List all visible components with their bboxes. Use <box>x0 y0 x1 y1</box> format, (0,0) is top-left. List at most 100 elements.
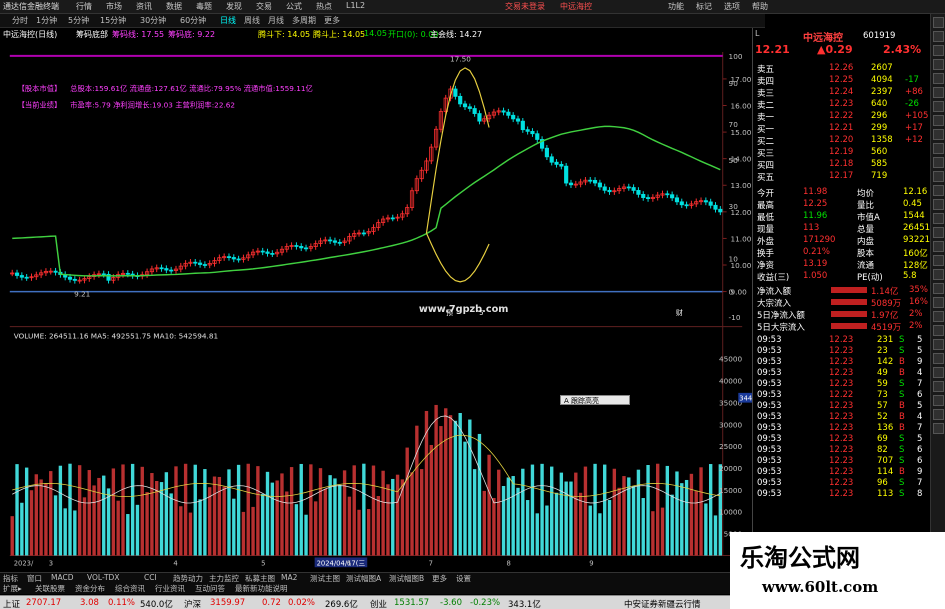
period-tab-2[interactable]: 5分钟 <box>68 15 89 26</box>
side-tool-button[interactable] <box>933 199 944 210</box>
side-tool-button[interactable] <box>933 213 944 224</box>
side-tool-button[interactable] <box>933 409 944 420</box>
side-tool-button[interactable] <box>933 339 944 350</box>
side-tool-button[interactable] <box>933 423 944 434</box>
price-axis-label: 15.00 <box>731 128 752 137</box>
tick-time: 09:53 <box>757 423 782 433</box>
side-tool-button[interactable] <box>933 143 944 154</box>
side-tool-button[interactable] <box>933 367 944 378</box>
low-mark-label: 9.21 <box>74 289 90 298</box>
tick-side: S <box>899 335 905 345</box>
period-tab-5[interactable]: 60分钟 <box>180 15 206 26</box>
side-tool-button[interactable] <box>933 171 944 182</box>
side-tool-button[interactable] <box>933 255 944 266</box>
flow-pct: 35% <box>909 285 928 295</box>
title-menu-2[interactable]: 选项 <box>724 1 740 12</box>
volume-bar <box>169 493 173 556</box>
side-tool-button[interactable] <box>933 311 944 322</box>
side-tool-button[interactable] <box>933 157 944 168</box>
volume-bar <box>188 512 193 556</box>
side-tool-button[interactable] <box>933 101 944 112</box>
period-tab-1[interactable]: 1分钟 <box>36 15 57 26</box>
title-menu-0[interactable]: 功能 <box>668 1 684 12</box>
top-link-5[interactable]: 发现 <box>226 1 242 12</box>
tick-price: 12.23 <box>829 401 854 411</box>
period-tab-10[interactable]: 更多 <box>324 15 340 26</box>
tick-time: 09:53 <box>757 445 782 455</box>
sell-level: 卖三 12.24 2397 +86 <box>753 86 931 99</box>
period-tab-7[interactable]: 周线 <box>244 15 260 26</box>
volume-bar <box>82 497 87 556</box>
indicator-tab-3[interactable]: VOL-TDX <box>87 573 119 582</box>
candle-body <box>506 111 511 116</box>
tick-volume: 231 <box>877 335 894 345</box>
period-tab-3[interactable]: 15分钟 <box>100 15 126 26</box>
side-tool-button[interactable] <box>933 227 944 238</box>
top-link-1[interactable]: 市场 <box>106 1 122 12</box>
side-tool-button[interactable] <box>933 87 944 98</box>
candle-body <box>703 200 708 203</box>
side-tool-button[interactable] <box>933 381 944 392</box>
extension-tab-1[interactable]: 关联股票 <box>35 583 65 594</box>
side-tool-button[interactable] <box>933 17 944 28</box>
side-tool-button[interactable] <box>933 185 944 196</box>
indicator-tab-4[interactable]: CCI <box>144 573 157 582</box>
title-menu-1[interactable]: 标记 <box>696 1 712 12</box>
top-link-7[interactable]: 公式 <box>286 1 302 12</box>
volume-bar <box>453 420 458 556</box>
oscillator-axis-label: 30 <box>729 202 739 211</box>
top-link-8[interactable]: 热点 <box>316 1 332 12</box>
period-tab-0[interactable]: 分时 <box>12 15 28 26</box>
volume-bar <box>309 464 313 556</box>
side-tool-button[interactable] <box>933 31 944 42</box>
side-tool-button[interactable] <box>933 129 944 140</box>
extension-tab-0[interactable]: 扩展▸ <box>3 583 22 594</box>
side-tool-button[interactable] <box>933 59 944 70</box>
side-tool-button[interactable] <box>933 283 944 294</box>
title-menu-3[interactable]: 帮助 <box>752 1 768 12</box>
indicator-tab-8[interactable]: MA2 <box>281 573 297 582</box>
oscillator-axis-label: 70 <box>729 120 739 129</box>
volume-bar <box>415 425 419 556</box>
volume-bar <box>352 465 356 556</box>
extension-tab-2[interactable]: 资金分布 <box>75 583 105 594</box>
side-tool-button[interactable] <box>933 297 944 308</box>
stat-value: 0.21% <box>803 247 831 257</box>
level-volume: 1358 <box>871 135 893 145</box>
kline-chart[interactable]: 17.0016.0015.0014.0013.0012.0011.0010.00… <box>0 52 752 575</box>
top-link-2[interactable]: 资讯 <box>136 1 152 12</box>
volume-bar <box>106 488 111 556</box>
side-tool-button[interactable] <box>933 269 944 280</box>
extension-tab-5[interactable]: 互动问答 <box>195 583 225 594</box>
indicator-name[interactable]: 筹码底部 <box>76 29 108 40</box>
side-tool-button[interactable] <box>933 73 944 84</box>
top-link-9[interactable]: L1L2 <box>346 1 365 10</box>
event-mark: 预 <box>446 308 453 317</box>
tick-price: 12.23 <box>829 357 854 367</box>
side-tool-button[interactable] <box>933 325 944 336</box>
extension-tab-3[interactable]: 综合资讯 <box>115 583 145 594</box>
period-tab-4[interactable]: 30分钟 <box>140 15 166 26</box>
tick-price: 12.23 <box>829 379 854 389</box>
top-link-6[interactable]: 交易 <box>256 1 272 12</box>
title-stock-name: 中远海控 <box>560 2 592 11</box>
side-tool-button[interactable] <box>933 395 944 406</box>
side-tool-button[interactable] <box>933 353 944 364</box>
candle-body <box>592 180 598 184</box>
login-status[interactable]: 交易未登录 <box>505 1 545 12</box>
top-link-0[interactable]: 行情 <box>76 1 92 12</box>
side-tool-button[interactable] <box>933 115 944 126</box>
track-highlight-popup[interactable]: A 跟踪高亮 <box>560 395 630 405</box>
extension-tab-4[interactable]: 行业资讯 <box>155 583 185 594</box>
side-tool-button[interactable] <box>933 45 944 56</box>
tick-time: 09:53 <box>757 489 782 499</box>
top-link-3[interactable]: 数据 <box>166 1 182 12</box>
period-tab-9[interactable]: 多周期 <box>292 15 316 26</box>
indicator-tab-2[interactable]: MACD <box>51 573 73 582</box>
extension-tab-6[interactable]: 最新新功能说明 <box>235 583 288 594</box>
top-link-4[interactable]: 毒题 <box>196 1 212 12</box>
tick-side: B <box>899 401 905 411</box>
period-tab-6[interactable]: 日线 <box>220 15 236 26</box>
side-tool-button[interactable] <box>933 241 944 252</box>
period-tab-8[interactable]: 月线 <box>268 15 284 26</box>
